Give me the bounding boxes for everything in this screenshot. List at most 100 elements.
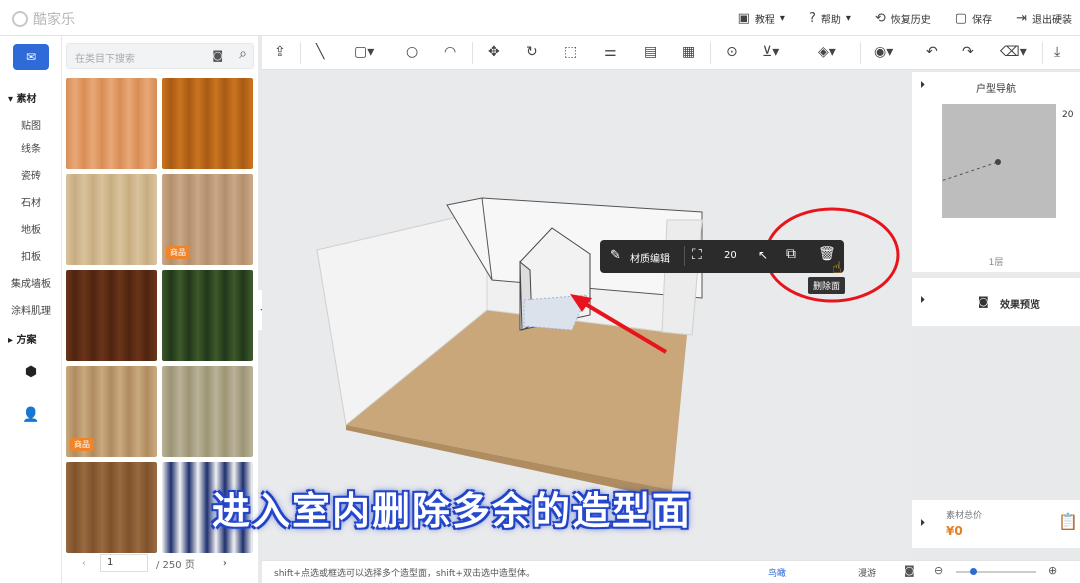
material-edit-icon[interactable]: ✎ bbox=[610, 248, 621, 263]
transform-icon[interactable]: ⛶ bbox=[692, 247, 702, 263]
nav-item-stone[interactable]: 石材 bbox=[0, 194, 62, 209]
preview-panel[interactable]: ⏵ ◙ 效果预览 bbox=[912, 278, 1080, 326]
material-tile[interactable]: 商品 bbox=[162, 174, 253, 265]
download-icon[interactable]: ⤓ bbox=[1054, 44, 1060, 60]
floorplan-thumbnail[interactable] bbox=[919, 104, 1056, 218]
next-page-button[interactable]: › bbox=[223, 558, 227, 569]
app-logo[interactable]: 酷家乐 bbox=[12, 9, 75, 29]
search-input[interactable]: 在类目下搜索 ◙ ⌕ bbox=[66, 43, 254, 69]
preview-label: 效果预览 bbox=[1000, 300, 1040, 311]
rotate-icon[interactable]: ↻ bbox=[526, 44, 538, 60]
material-tile[interactable] bbox=[66, 174, 157, 265]
nav-item-decal[interactable]: 贴图 bbox=[0, 117, 62, 132]
section-scheme[interactable]: ▸ 方案 bbox=[8, 331, 37, 346]
material-icon[interactable]: ▦ bbox=[682, 44, 695, 60]
section-icon[interactable]: ▤ bbox=[644, 44, 657, 60]
envelope-icon: ✉ bbox=[25, 50, 37, 64]
left-nav: ✉ ▾ 素材 贴图 线条 瓷砖 石材 地板 扣板 集成墙板 涂料肌理 ▸ 方案 … bbox=[0, 36, 62, 583]
copy-face-icon[interactable]: ⧉ bbox=[786, 246, 796, 262]
zoom-out-icon[interactable]: ⊖ bbox=[934, 564, 943, 577]
section-material[interactable]: ▾ 素材 bbox=[8, 90, 37, 105]
camera-icon: ◙ bbox=[978, 295, 989, 308]
cost-value: ¥0 bbox=[946, 524, 963, 538]
clipboard-icon[interactable]: 📋 bbox=[1058, 512, 1078, 531]
nav-item-panel[interactable]: 扣板 bbox=[0, 248, 62, 263]
redo-icon[interactable]: ↷ bbox=[962, 44, 974, 60]
logo-icon bbox=[12, 11, 28, 27]
zoom-handle[interactable] bbox=[970, 568, 977, 575]
search-icon[interactable]: ⌕ bbox=[239, 46, 247, 62]
material-tile[interactable]: 商品 bbox=[66, 366, 157, 457]
chevron-down-icon: ▾ bbox=[779, 12, 785, 24]
extrude-icon[interactable]: ↖ bbox=[758, 248, 768, 262]
cost-label: 素材总价 bbox=[946, 511, 983, 521]
page-input[interactable]: 1 bbox=[100, 554, 148, 572]
view-icon[interactable]: ◉▾ bbox=[874, 44, 893, 60]
search-model-icon[interactable]: ⊙ bbox=[726, 44, 738, 60]
nav-item-tile[interactable]: 瓷砖 bbox=[0, 167, 62, 182]
zoom-in-icon[interactable]: ⊕ bbox=[1048, 564, 1057, 577]
chevron-down-icon: ▾ bbox=[845, 12, 851, 24]
caret-right-icon: ▸ bbox=[8, 335, 14, 346]
material-tile[interactable] bbox=[162, 366, 253, 457]
prev-page-button[interactable]: ‹ bbox=[82, 558, 86, 569]
paint-icon[interactable]: ◈▾ bbox=[818, 44, 836, 60]
floor-label[interactable]: 1层 bbox=[912, 255, 1080, 268]
move-icon[interactable]: ✥ bbox=[488, 44, 500, 60]
cost-panel: ⏵ 素材总价 ¥0 📋 bbox=[912, 500, 1080, 548]
undo-icon[interactable]: ↶ bbox=[926, 44, 938, 60]
nav-item-paint[interactable]: 涂料肌理 bbox=[0, 302, 62, 317]
material-tile[interactable] bbox=[66, 78, 157, 169]
exit-icon: ⇥ bbox=[1016, 10, 1027, 26]
cursor-hand-icon: ☝ bbox=[832, 258, 842, 277]
eraser-icon[interactable]: ⌫▾ bbox=[1000, 44, 1027, 60]
product-badge: 商品 bbox=[70, 438, 94, 451]
walk-view-button[interactable]: 漫游 bbox=[858, 566, 876, 579]
page-total: / 250 页 bbox=[156, 559, 195, 571]
status-bar: shift+点选或框选可以选择多个造型面，shift+双击选中造型体。 鸟瞰 漫… bbox=[262, 560, 1080, 583]
level-icon[interactable]: ⚌ bbox=[604, 44, 617, 60]
restore-history-button[interactable]: ⟲ 恢复历史 bbox=[875, 11, 931, 26]
nav-item-wall-board[interactable]: 集成墙板 bbox=[0, 275, 62, 290]
collapse-cost-icon[interactable]: ⏵ bbox=[920, 518, 925, 529]
exit-label: 退出硬装 bbox=[1032, 14, 1072, 26]
material-tile[interactable] bbox=[162, 270, 253, 361]
line-tool-icon[interactable]: ╲ bbox=[316, 44, 324, 60]
floorplan-nav-panel: ⏵ 户型导航 20 1层 bbox=[912, 72, 1080, 272]
rectangle-tool-icon[interactable]: ▢▾ bbox=[354, 44, 374, 60]
material-tile[interactable] bbox=[66, 462, 157, 553]
tutorial-icon: ▣ bbox=[737, 10, 750, 26]
save-button[interactable]: ▢ 保存 bbox=[955, 11, 992, 26]
toolbar: ⇪ ╲ ▢▾ ○ ◠ ✥ ↻ ⬚ ⚌ ▤ ▦ ⊙ ⊻▾ ◈▾ ◉▾ ↶ ↷ ⌫▾… bbox=[262, 36, 1080, 70]
circle-tool-icon[interactable]: ○ bbox=[406, 44, 418, 60]
arc-tool-icon[interactable]: ◠ bbox=[444, 44, 456, 60]
tutorial-menu[interactable]: ▣ 教程 ▾ bbox=[738, 11, 785, 26]
material-edit-button[interactable]: 材质编辑 bbox=[630, 250, 670, 265]
material-library-button[interactable]: ✉ bbox=[13, 44, 49, 70]
user-icon[interactable]: 👤 bbox=[22, 406, 40, 424]
select-face-icon[interactable]: ⬚ bbox=[564, 44, 577, 60]
nav-item-floor[interactable]: 地板 bbox=[0, 221, 62, 236]
camera-icon[interactable]: ◙ bbox=[212, 49, 223, 62]
nav-scale: 20 bbox=[1062, 110, 1074, 120]
product-badge: 商品 bbox=[166, 246, 190, 259]
collapse-preview-icon[interactable]: ⏵ bbox=[920, 295, 925, 306]
caret-down-icon: ▾ bbox=[8, 94, 14, 105]
nav-item-line[interactable]: 线条 bbox=[0, 140, 62, 155]
export-icon[interactable]: ⇪ bbox=[274, 44, 286, 60]
material-tile[interactable] bbox=[66, 270, 157, 361]
screenshot-icon[interactable]: ◙ bbox=[904, 564, 915, 577]
help-menu[interactable]: ? 帮助 ▾ bbox=[809, 11, 851, 26]
save-label: 保存 bbox=[972, 14, 993, 26]
pager: ‹ 1 / 250 页 › bbox=[62, 543, 258, 583]
section-scheme-label: 方案 bbox=[16, 335, 37, 346]
status-hint: shift+点选或框选可以选择多个造型面，shift+双击选中造型体。 bbox=[274, 569, 535, 579]
exit-button[interactable]: ⇥ 退出硬装 bbox=[1016, 11, 1072, 26]
offset-value[interactable]: 20 bbox=[724, 250, 737, 261]
history-label: 恢复历史 bbox=[890, 14, 931, 26]
zoom-slider[interactable] bbox=[956, 571, 1036, 573]
material-tile[interactable] bbox=[162, 78, 253, 169]
align-icon[interactable]: ⊻▾ bbox=[762, 44, 779, 60]
hexagon-icon[interactable]: ⬢ bbox=[22, 363, 40, 381]
birdseye-view-button[interactable]: 鸟瞰 bbox=[768, 566, 786, 579]
